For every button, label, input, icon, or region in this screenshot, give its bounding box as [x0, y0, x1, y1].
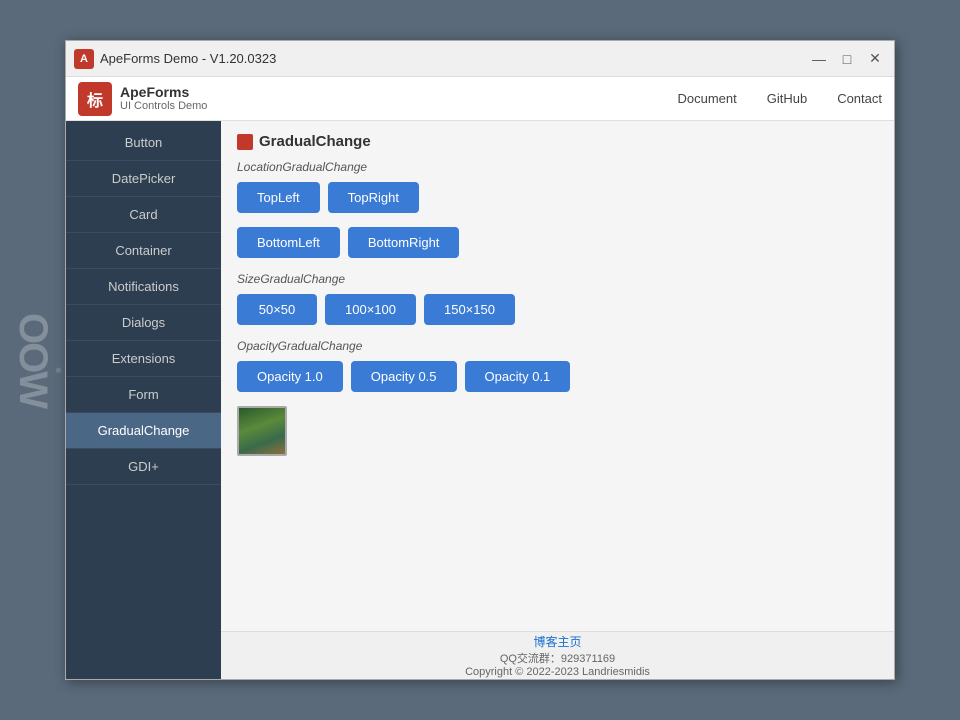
nav-contact[interactable]: Contact: [837, 91, 882, 106]
main-layout: Button DatePicker Card Container Notific…: [66, 121, 894, 679]
thumbnail-image: [239, 408, 285, 454]
maximize-button[interactable]: □: [836, 48, 858, 70]
opacity-label: OpacityGradualChange: [237, 339, 878, 353]
image-thumbnail: [237, 406, 287, 456]
section-title: GradualChange: [259, 133, 371, 150]
sidebar-item-gradualchange[interactable]: GradualChange: [66, 413, 221, 449]
app-icon-text: A: [80, 53, 88, 65]
footer: 博客主页 QQ交流群：929371169 Copyright © 2022-20…: [221, 631, 894, 679]
sidebar-item-form[interactable]: Form: [66, 377, 221, 413]
logo-icon: 标: [78, 82, 112, 116]
window-title: ApeForms Demo - V1.20.0323: [100, 51, 808, 66]
sidebar-item-datepicker[interactable]: DatePicker: [66, 161, 221, 197]
footer-copyright: Copyright © 2022-2023 Landriesmidis: [465, 666, 650, 678]
location-btn-group: TopLeft TopRight: [237, 182, 878, 213]
btn-bottomleft[interactable]: BottomLeft: [237, 227, 340, 258]
section-icon: [237, 134, 253, 150]
sidebar-item-extensions[interactable]: Extensions: [66, 341, 221, 377]
app-icon: A: [74, 49, 94, 69]
logo-subtitle: UI Controls Demo: [120, 100, 207, 113]
location-label: LocationGradualChange: [237, 160, 878, 174]
btn-opacity10[interactable]: Opacity 1.0: [237, 361, 343, 392]
sidebar: Button DatePicker Card Container Notific…: [66, 121, 221, 679]
btn-topright[interactable]: TopRight: [328, 182, 419, 213]
btn-size150[interactable]: 150×150: [424, 294, 515, 325]
close-button[interactable]: ✕: [864, 48, 886, 70]
btn-size100[interactable]: 100×100: [325, 294, 416, 325]
sidebar-item-notifications[interactable]: Notifications: [66, 269, 221, 305]
nav-links: Document GitHub Contact: [677, 91, 882, 106]
sidebar-item-gdiplus[interactable]: GDI+: [66, 449, 221, 485]
footer-blog-link[interactable]: 博客主页: [533, 633, 581, 650]
logo-title: ApeForms: [120, 84, 207, 101]
btn-opacity05[interactable]: Opacity 0.5: [351, 361, 457, 392]
header-nav: 标 ApeForms UI Controls Demo Document Git…: [66, 77, 894, 121]
window-controls: — □ ✕: [808, 48, 886, 70]
nav-github[interactable]: GitHub: [767, 91, 807, 106]
logo-area: 标 ApeForms UI Controls Demo: [78, 82, 677, 116]
size-btn-group: 50×50 100×100 150×150: [237, 294, 878, 325]
sidebar-item-container[interactable]: Container: [66, 233, 221, 269]
btn-topleft[interactable]: TopLeft: [237, 182, 320, 213]
minimize-button[interactable]: —: [808, 48, 830, 70]
main-window: A ApeForms Demo - V1.20.0323 — □ ✕ 标 Ape…: [65, 40, 895, 680]
logo-text: ApeForms UI Controls Demo: [120, 84, 207, 114]
location-btn-group2: BottomLeft BottomRight: [237, 227, 878, 258]
background-text: OOW: [10, 313, 55, 407]
btn-bottomright[interactable]: BottomRight: [348, 227, 460, 258]
sidebar-item-dialogs[interactable]: Dialogs: [66, 305, 221, 341]
sidebar-item-button[interactable]: Button: [66, 125, 221, 161]
btn-opacity01[interactable]: Opacity 0.1: [465, 361, 571, 392]
sidebar-item-card[interactable]: Card: [66, 197, 221, 233]
footer-qq: QQ交流群：929371169: [500, 650, 615, 666]
opacity-btn-group: Opacity 1.0 Opacity 0.5 Opacity 0.1: [237, 361, 878, 392]
title-bar: A ApeForms Demo - V1.20.0323 — □ ✕: [66, 41, 894, 77]
size-label: SizeGradualChange: [237, 272, 878, 286]
btn-size50[interactable]: 50×50: [237, 294, 317, 325]
content-area: GradualChange LocationGradualChange TopL…: [221, 121, 894, 679]
content-main: GradualChange LocationGradualChange TopL…: [221, 121, 894, 631]
section-header: GradualChange: [237, 133, 878, 150]
logo-icon-text: 标: [87, 87, 103, 111]
nav-document[interactable]: Document: [677, 91, 736, 106]
